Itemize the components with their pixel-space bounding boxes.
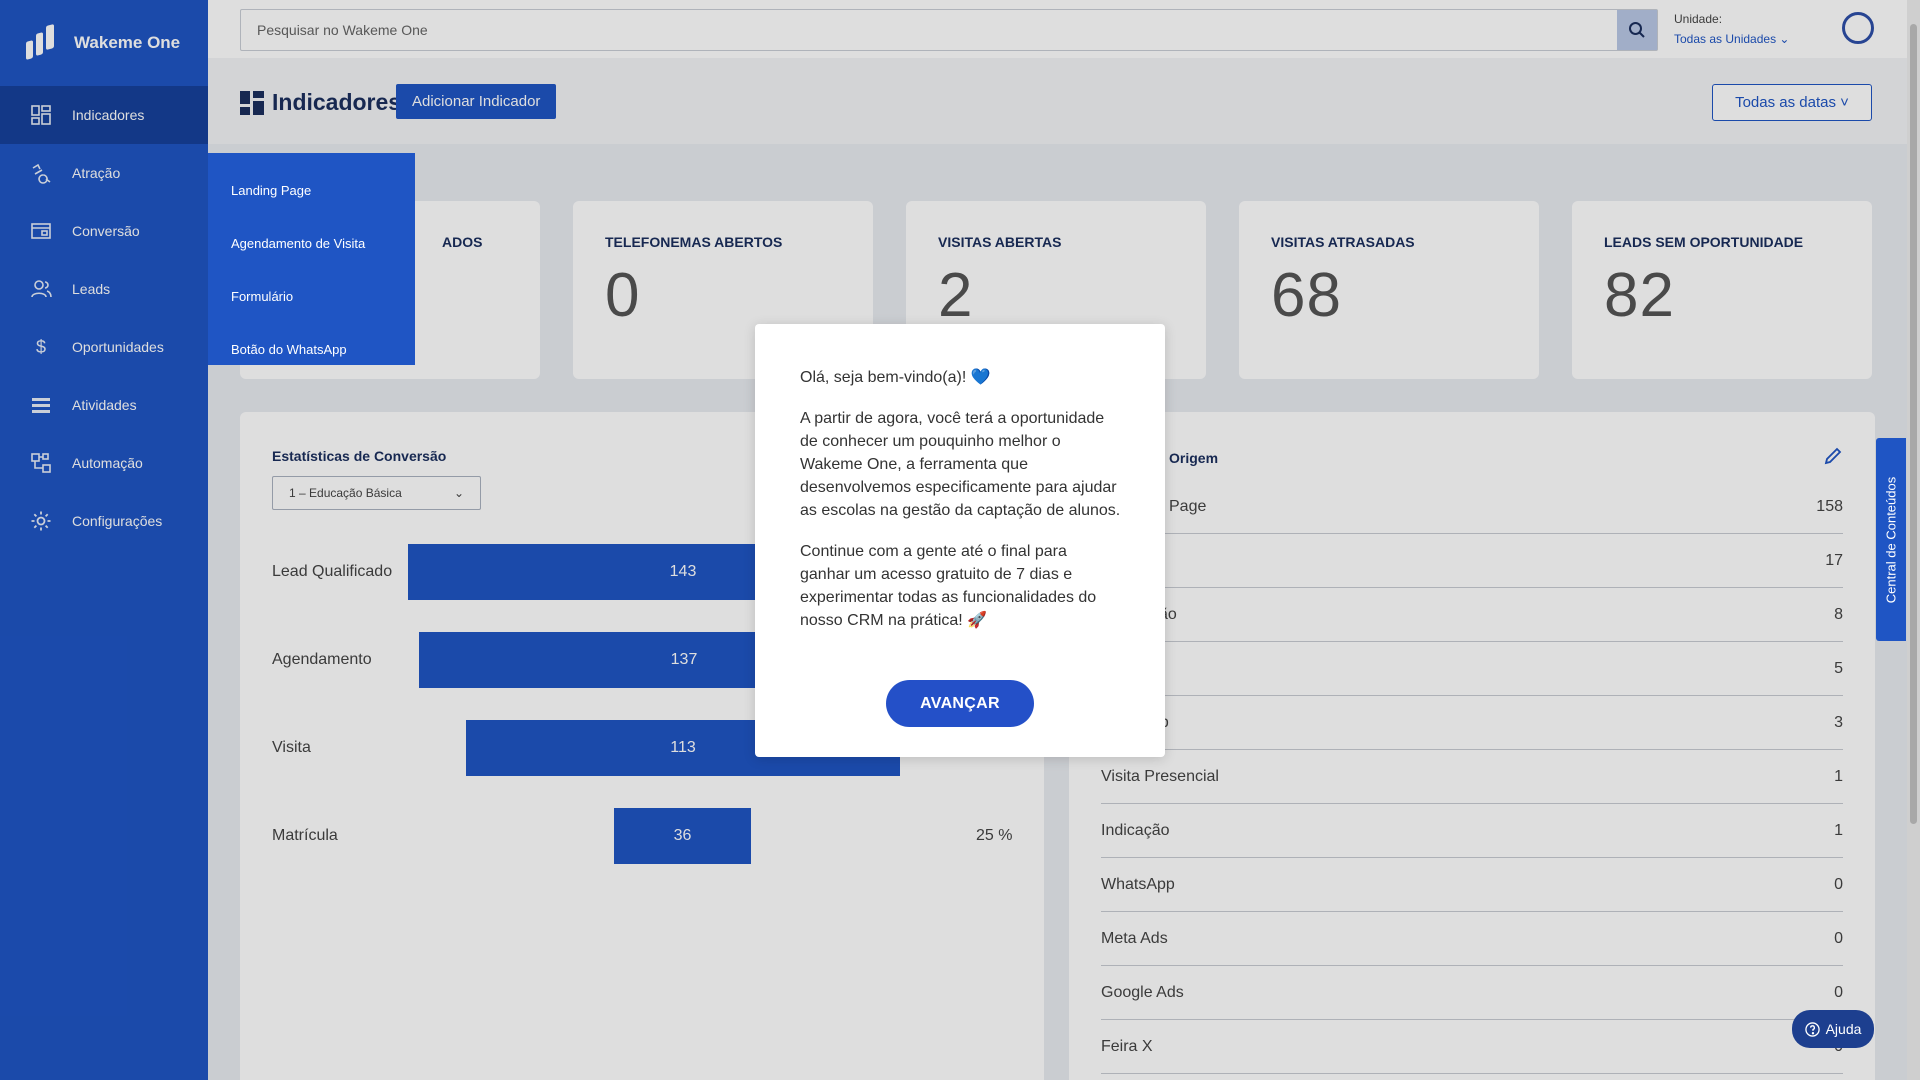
welcome-modal: Olá, seja bem-vindo(a)! 💙 A partir de ag… [755, 324, 1165, 757]
paragraph-text: Continue com a gente até o final para ga… [800, 543, 1097, 629]
submenu-item-formulario[interactable]: Formulário [208, 270, 415, 323]
modal-paragraph: Continue com a gente até o final para ga… [800, 540, 1121, 632]
question-icon [1804, 1021, 1820, 1037]
modal-greeting: Olá, seja bem-vindo(a)! 💙 [800, 366, 1121, 389]
content-center-tab[interactable]: Central de Conteúdos [1876, 438, 1906, 641]
submenu-item-landing-page[interactable]: Landing Page [208, 164, 415, 217]
greeting-text: Olá, seja bem-vindo(a)! [800, 369, 967, 386]
help-button[interactable]: Ajuda [1792, 1010, 1874, 1048]
content-center-label: Central de Conteúdos [1883, 476, 1899, 603]
advance-button[interactable]: AVANÇAR [886, 680, 1034, 727]
modal-paragraph: A partir de agora, você terá a oportunid… [800, 410, 1121, 519]
help-label: Ajuda [1825, 1021, 1862, 1037]
attraction-submenu: Landing Page Agendamento de Visita Formu… [208, 153, 415, 365]
heart-icon: 💙 [970, 369, 991, 386]
rocket-icon: 🚀 [967, 612, 988, 629]
submenu-item-agendamento[interactable]: Agendamento de Visita [208, 217, 415, 270]
submenu-item-whatsapp[interactable]: Botão do WhatsApp [208, 323, 415, 376]
